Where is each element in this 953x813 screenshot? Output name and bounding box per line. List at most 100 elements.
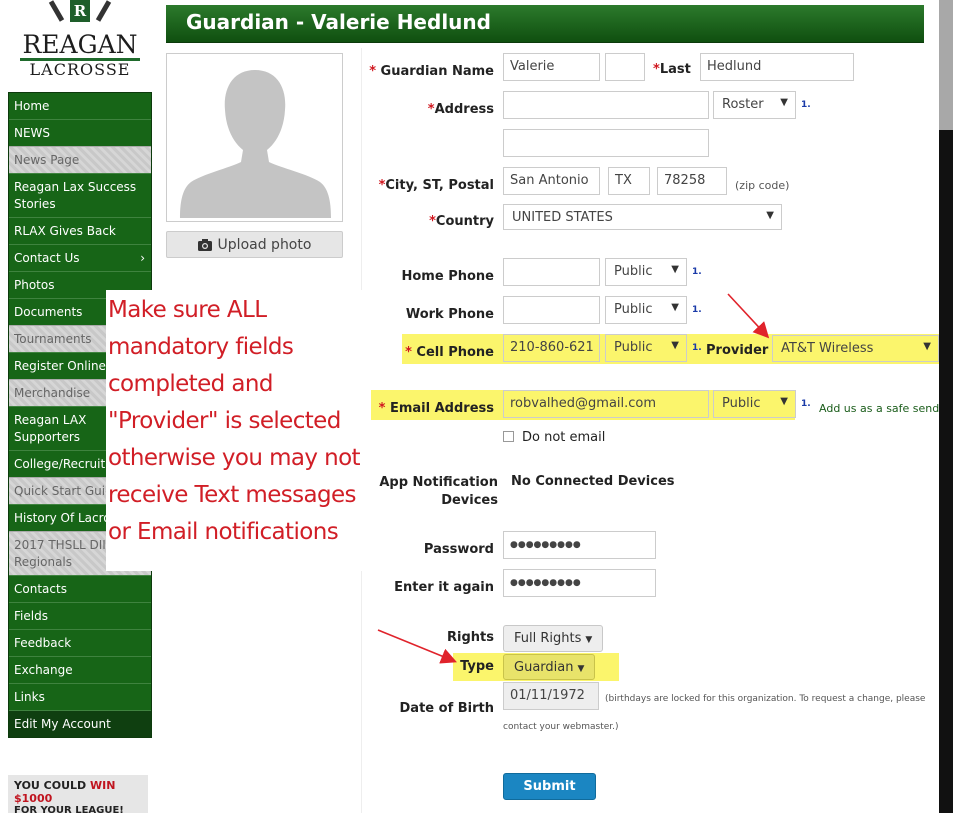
sidebar-item-home[interactable]: Home — [9, 93, 151, 119]
sidebar-item-label: Documents — [14, 305, 83, 319]
sidebar-item-label: Photos — [14, 278, 55, 292]
cell-phone-label: * Cell Phone — [405, 345, 494, 360]
sidebar-item-label: 2017 THSLL DII Regionals — [14, 538, 106, 569]
upload-photo-button[interactable]: Upload photo — [166, 231, 343, 258]
confirm-password-input[interactable]: ●●●●●●●●● — [503, 569, 656, 597]
country-label: *Country — [429, 214, 494, 229]
confirm-password-label: Enter it again — [394, 580, 494, 595]
city-input[interactable]: San Antonio — [503, 167, 600, 195]
address-label: *Address — [427, 102, 494, 117]
sidebar-item-links[interactable]: Links — [9, 683, 151, 710]
annotation-callout: Make sure ALL mandatory fields completed… — [106, 290, 366, 571]
footnote-email: 1. — [801, 399, 811, 409]
sidebar-item-contact-us[interactable]: Contact Us › — [9, 244, 151, 271]
sidebar-item-fields[interactable]: Fields — [9, 602, 151, 629]
sidebar-item-label: Contact Us — [14, 251, 80, 265]
sidebar-item-label: News Page — [14, 153, 80, 167]
footnote-address: 1. — [801, 100, 811, 110]
promo-subtext: FOR YOUR LEAGUE! — [14, 805, 124, 813]
submit-button[interactable]: Submit — [503, 773, 596, 800]
sidebar-item-label: Exchange — [14, 663, 73, 677]
rights-label: Rights — [447, 630, 494, 645]
sidebar-item-label: Quick Start Guide — [14, 484, 121, 498]
scrollbar-track — [939, 130, 953, 813]
provider-label: Provider — [706, 343, 769, 358]
upload-photo-label: Upload photo — [217, 236, 312, 253]
sidebar-item-label: RLAX Gives Back — [14, 224, 116, 238]
email-label: * Email Address — [378, 401, 494, 416]
postal-input[interactable]: 78258 — [657, 167, 727, 195]
work-phone-privacy-select[interactable]: Public ▼ — [605, 296, 687, 324]
sidebar-item-exchange[interactable]: Exchange — [9, 656, 151, 683]
cell-phone-privacy-select[interactable]: Public ▼ — [605, 334, 687, 362]
sidebar-item-rlax-gives-back[interactable]: RLAX Gives Back — [9, 217, 151, 244]
app-notification-value: No Connected Devices — [511, 474, 675, 489]
last-name-input[interactable]: Hedlund — [700, 53, 854, 81]
profile-photo — [166, 53, 343, 222]
sidebar-item-contacts[interactable]: Contacts — [9, 575, 151, 602]
guardian-name-label: * Guardian Name — [369, 64, 494, 79]
address-line1-input[interactable] — [503, 91, 709, 119]
address-source-select[interactable]: Roster ▼ — [713, 91, 796, 119]
sidebar-item-news-page[interactable]: News Page — [9, 146, 151, 173]
password-label: Password — [423, 542, 494, 557]
work-phone-input[interactable] — [503, 296, 600, 324]
sidebar-item-label: Fields — [14, 609, 48, 623]
sidebar-item-label: Home — [14, 99, 50, 113]
sidebar-item-reagan-lax-success-stories[interactable]: Reagan Lax Success Stories — [9, 173, 151, 217]
state-input[interactable]: TX — [608, 167, 650, 195]
city-label: *City, ST, Postal — [378, 178, 494, 193]
reagan-lacrosse-logo[interactable]: R REAGAN LACROSSE — [14, 0, 146, 86]
country-select[interactable]: UNITED STATES ▼ — [503, 204, 782, 230]
sidebar-item-label: Reagan LAX Supporters — [14, 413, 87, 444]
rights-dropdown[interactable]: Full Rights ▼ — [503, 625, 604, 652]
email-privacy-select[interactable]: Public ▼ — [713, 390, 796, 418]
password-input[interactable]: ●●●●●●●●● — [503, 531, 656, 559]
safe-sender-link[interactable]: Add us as a safe sende — [819, 402, 946, 415]
home-phone-privacy-select[interactable]: Public ▼ — [605, 258, 687, 286]
sidebar-item-label: Contacts — [14, 582, 67, 596]
logo-word-lacrosse: LACROSSE — [29, 60, 131, 79]
sidebar-item-label: Tournaments — [14, 332, 92, 346]
page-title: Guardian - Valerie Hedlund — [166, 5, 924, 43]
type-label: Type — [460, 659, 494, 674]
scrollbar-thumb[interactable] — [939, 0, 953, 130]
sidebar-item-label: NEWS — [14, 126, 51, 140]
scrollbar[interactable] — [939, 0, 953, 813]
middle-name-input[interactable] — [605, 53, 645, 81]
arrow-to-type — [377, 629, 457, 664]
promo-text: YOU COULD — [14, 779, 91, 792]
home-phone-label: Home Phone — [401, 269, 495, 284]
logo-badge: R — [70, 0, 90, 22]
crossed-sticks-icon: R — [40, 0, 120, 22]
sidebar-item-label: Reagan Lax Success Stories — [14, 180, 137, 211]
annotation-text: Make sure ALL mandatory fields completed… — [108, 297, 361, 545]
address-line2-input[interactable] — [503, 129, 709, 157]
footnote-work-phone: 1. — [692, 305, 702, 315]
zip-hint: (zip code) — [735, 179, 790, 192]
sidebar-item-feedback[interactable]: Feedback — [9, 629, 151, 656]
promo-banner[interactable]: YOU COULD WIN $1000 FOR YOUR LEAGUE! — [8, 775, 148, 813]
last-name-label: *Last — [653, 62, 691, 77]
sidebar-item-edit-my-account[interactable]: Edit My Account — [9, 710, 151, 737]
provider-select[interactable]: AT&T Wireless ▼ — [772, 335, 939, 362]
dob-input: 01/11/1972 — [503, 682, 599, 710]
arrow-to-provider — [727, 293, 770, 339]
app-notification-label: App Notification Devices — [379, 475, 498, 508]
dob-hint-line1: (birthdays are locked for this organizat… — [605, 694, 926, 704]
sidebar-item-label: Register Online — [14, 359, 106, 373]
chevron-right-icon: › — [140, 251, 145, 265]
sidebar-item-label: Links — [14, 690, 45, 704]
do-not-email-checkbox[interactable] — [503, 431, 514, 442]
type-dropdown[interactable]: Guardian ▼ — [503, 654, 596, 680]
home-phone-input[interactable] — [503, 258, 600, 286]
do-not-email-label: Do not email — [522, 430, 606, 445]
camera-icon — [197, 238, 212, 251]
sidebar-item-news[interactable]: NEWS — [9, 119, 151, 146]
footnote-cell-phone: 1. — [692, 343, 702, 353]
person-silhouette-icon — [180, 70, 331, 218]
cell-phone-input[interactable]: 210-860-621 — [503, 334, 600, 362]
work-phone-label: Work Phone — [405, 307, 494, 322]
first-name-input[interactable]: Valerie — [503, 53, 600, 81]
email-input[interactable]: robvalhed@gmail.com — [503, 390, 709, 418]
